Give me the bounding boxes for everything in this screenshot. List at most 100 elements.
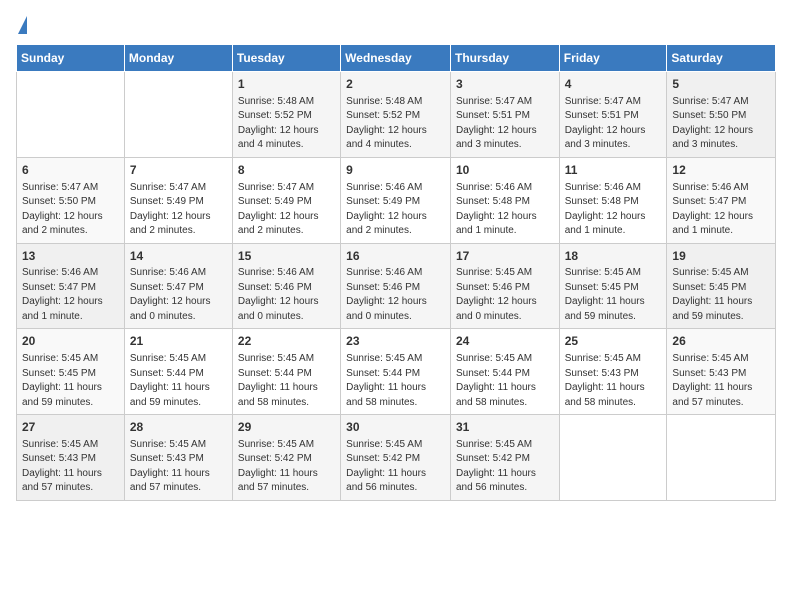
day-number: 5 — [672, 76, 770, 93]
calendar-cell: 29Sunrise: 5:45 AM Sunset: 5:42 PM Dayli… — [232, 415, 340, 501]
day-info: Sunrise: 5:47 AM Sunset: 5:50 PM Dayligh… — [22, 181, 119, 239]
calendar-cell: 4Sunrise: 5:47 AM Sunset: 5:51 PM Daylig… — [559, 72, 667, 158]
calendar-week-row: 1 Sunrise: 5:48 AM Sunset: 5:52 PM Daylig… — [17, 72, 776, 158]
calendar-week-row: 6Sunrise: 5:47 AM Sunset: 5:50 PM Daylig… — [17, 157, 776, 243]
day-number: 21 — [130, 333, 227, 350]
day-number: 11 — [565, 162, 662, 179]
day-info: Sunrise: 5:46 AM Sunset: 5:48 PM Dayligh… — [456, 181, 554, 239]
calendar-cell: 7 Sunrise: 5:47 AM Sunset: 5:49 PM Daylig… — [124, 157, 232, 243]
day-number: 16 — [346, 248, 445, 265]
day-info: Sunrise: 5:45 AM Sunset: 5:44 PM Dayligh… — [456, 352, 554, 410]
logo — [16, 16, 27, 34]
day-info: Sunrise: 5:47 AM Sunset: 5:50 PM Dayligh… — [672, 95, 770, 153]
calendar-body: 1 Sunrise: 5:48 AM Sunset: 5:52 PM Daylig… — [17, 72, 776, 501]
calendar-cell: 8 Sunrise: 5:47 AM Sunset: 5:49 PM Daylig… — [232, 157, 340, 243]
calendar-cell: 24 Sunrise: 5:45 AM Sunset: 5:44 PM Dayli… — [450, 329, 559, 415]
day-of-week-tuesday: Tuesday — [232, 45, 340, 72]
day-number: 29 — [238, 419, 335, 436]
day-info: Sunrise: 5:46 AM Sunset: 5:47 PM Dayligh… — [22, 266, 119, 324]
day-number: 8 — [238, 162, 335, 179]
day-of-week-friday: Friday — [559, 45, 667, 72]
calendar-cell: 13Sunrise: 5:46 AM Sunset: 5:47 PM Dayli… — [17, 243, 125, 329]
calendar-cell: 2 Sunrise: 5:48 AM Sunset: 5:52 PM Daylig… — [341, 72, 451, 158]
day-number: 1 — [238, 76, 335, 93]
calendar-cell: 1 Sunrise: 5:48 AM Sunset: 5:52 PM Daylig… — [232, 72, 340, 158]
calendar-cell: 10 Sunrise: 5:46 AM Sunset: 5:48 PM Dayli… — [450, 157, 559, 243]
calendar-cell: 5 Sunrise: 5:47 AM Sunset: 5:50 PM Daylig… — [667, 72, 776, 158]
day-info: Sunrise: 5:46 AM Sunset: 5:46 PM Dayligh… — [238, 266, 335, 324]
day-info: Sunrise: 5:46 AM Sunset: 5:48 PM Dayligh… — [565, 181, 662, 239]
day-info: Sunrise: 5:45 AM Sunset: 5:44 PM Dayligh… — [238, 352, 335, 410]
calendar-cell: 19Sunrise: 5:45 AM Sunset: 5:45 PM Dayli… — [667, 243, 776, 329]
day-info: Sunrise: 5:45 AM Sunset: 5:45 PM Dayligh… — [22, 352, 119, 410]
day-number: 17 — [456, 248, 554, 265]
calendar-cell: 12 Sunrise: 5:46 AM Sunset: 5:47 PM Dayli… — [667, 157, 776, 243]
day-number: 15 — [238, 248, 335, 265]
day-number: 13 — [22, 248, 119, 265]
day-number: 12 — [672, 162, 770, 179]
day-info: Sunrise: 5:47 AM Sunset: 5:51 PM Dayligh… — [565, 95, 662, 153]
day-info: Sunrise: 5:46 AM Sunset: 5:49 PM Dayligh… — [346, 181, 445, 239]
calendar-header-row: SundayMondayTuesdayWednesdayThursdayFrid… — [17, 45, 776, 72]
calendar-cell: 15Sunrise: 5:46 AM Sunset: 5:46 PM Dayli… — [232, 243, 340, 329]
day-info: Sunrise: 5:47 AM Sunset: 5:49 PM Dayligh… — [238, 181, 335, 239]
calendar-cell — [124, 72, 232, 158]
calendar-cell: 17Sunrise: 5:45 AM Sunset: 5:46 PM Dayli… — [450, 243, 559, 329]
day-number: 9 — [346, 162, 445, 179]
calendar-cell — [559, 415, 667, 501]
day-info: Sunrise: 5:45 AM Sunset: 5:43 PM Dayligh… — [130, 438, 227, 496]
day-of-week-monday: Monday — [124, 45, 232, 72]
day-info: Sunrise: 5:45 AM Sunset: 5:45 PM Dayligh… — [565, 266, 662, 324]
day-number: 3 — [456, 76, 554, 93]
calendar-cell: 6Sunrise: 5:47 AM Sunset: 5:50 PM Daylig… — [17, 157, 125, 243]
calendar-cell: 14Sunrise: 5:46 AM Sunset: 5:47 PM Dayli… — [124, 243, 232, 329]
day-info: Sunrise: 5:48 AM Sunset: 5:52 PM Dayligh… — [346, 95, 445, 153]
day-of-week-sunday: Sunday — [17, 45, 125, 72]
calendar-cell: 25 Sunrise: 5:45 AM Sunset: 5:43 PM Dayli… — [559, 329, 667, 415]
calendar-cell — [667, 415, 776, 501]
day-number: 27 — [22, 419, 119, 436]
calendar-cell: 23Sunrise: 5:45 AM Sunset: 5:44 PM Dayli… — [341, 329, 451, 415]
day-number: 22 — [238, 333, 335, 350]
day-of-week-saturday: Saturday — [667, 45, 776, 72]
calendar-cell: 31 Sunrise: 5:45 AM Sunset: 5:42 PM Dayli… — [450, 415, 559, 501]
calendar-table: SundayMondayTuesdayWednesdayThursdayFrid… — [16, 44, 776, 501]
calendar-cell: 3 Sunrise: 5:47 AM Sunset: 5:51 PM Daylig… — [450, 72, 559, 158]
day-info: Sunrise: 5:47 AM Sunset: 5:51 PM Dayligh… — [456, 95, 554, 153]
calendar-cell: 20 Sunrise: 5:45 AM Sunset: 5:45 PM Dayli… — [17, 329, 125, 415]
calendar-cell: 9 Sunrise: 5:46 AM Sunset: 5:49 PM Daylig… — [341, 157, 451, 243]
day-number: 26 — [672, 333, 770, 350]
day-info: Sunrise: 5:45 AM Sunset: 5:44 PM Dayligh… — [346, 352, 445, 410]
day-number: 24 — [456, 333, 554, 350]
calendar-cell: 22 Sunrise: 5:45 AM Sunset: 5:44 PM Dayli… — [232, 329, 340, 415]
day-of-week-wednesday: Wednesday — [341, 45, 451, 72]
day-info: Sunrise: 5:47 AM Sunset: 5:49 PM Dayligh… — [130, 181, 227, 239]
day-number: 25 — [565, 333, 662, 350]
calendar-cell — [17, 72, 125, 158]
day-number: 7 — [130, 162, 227, 179]
day-info: Sunrise: 5:45 AM Sunset: 5:43 PM Dayligh… — [565, 352, 662, 410]
calendar-cell: 30Sunrise: 5:45 AM Sunset: 5:42 PM Dayli… — [341, 415, 451, 501]
day-of-week-thursday: Thursday — [450, 45, 559, 72]
day-number: 18 — [565, 248, 662, 265]
calendar-cell: 27 Sunrise: 5:45 AM Sunset: 5:43 PM Dayli… — [17, 415, 125, 501]
day-info: Sunrise: 5:45 AM Sunset: 5:43 PM Dayligh… — [22, 438, 119, 496]
page-header — [16, 16, 776, 34]
day-number: 31 — [456, 419, 554, 436]
day-info: Sunrise: 5:45 AM Sunset: 5:44 PM Dayligh… — [130, 352, 227, 410]
calendar-cell: 21 Sunrise: 5:45 AM Sunset: 5:44 PM Dayli… — [124, 329, 232, 415]
day-info: Sunrise: 5:45 AM Sunset: 5:42 PM Dayligh… — [456, 438, 554, 496]
day-info: Sunrise: 5:48 AM Sunset: 5:52 PM Dayligh… — [238, 95, 335, 153]
calendar-cell: 16Sunrise: 5:46 AM Sunset: 5:46 PM Dayli… — [341, 243, 451, 329]
calendar-week-row: 20 Sunrise: 5:45 AM Sunset: 5:45 PM Dayli… — [17, 329, 776, 415]
day-number: 10 — [456, 162, 554, 179]
day-number: 2 — [346, 76, 445, 93]
logo-triangle-icon — [18, 16, 27, 34]
day-info: Sunrise: 5:46 AM Sunset: 5:47 PM Dayligh… — [672, 181, 770, 239]
calendar-cell: 26Sunrise: 5:45 AM Sunset: 5:43 PM Dayli… — [667, 329, 776, 415]
calendar-cell: 28Sunrise: 5:45 AM Sunset: 5:43 PM Dayli… — [124, 415, 232, 501]
day-number: 30 — [346, 419, 445, 436]
day-number: 20 — [22, 333, 119, 350]
calendar-cell: 18Sunrise: 5:45 AM Sunset: 5:45 PM Dayli… — [559, 243, 667, 329]
calendar-week-row: 27 Sunrise: 5:45 AM Sunset: 5:43 PM Dayli… — [17, 415, 776, 501]
